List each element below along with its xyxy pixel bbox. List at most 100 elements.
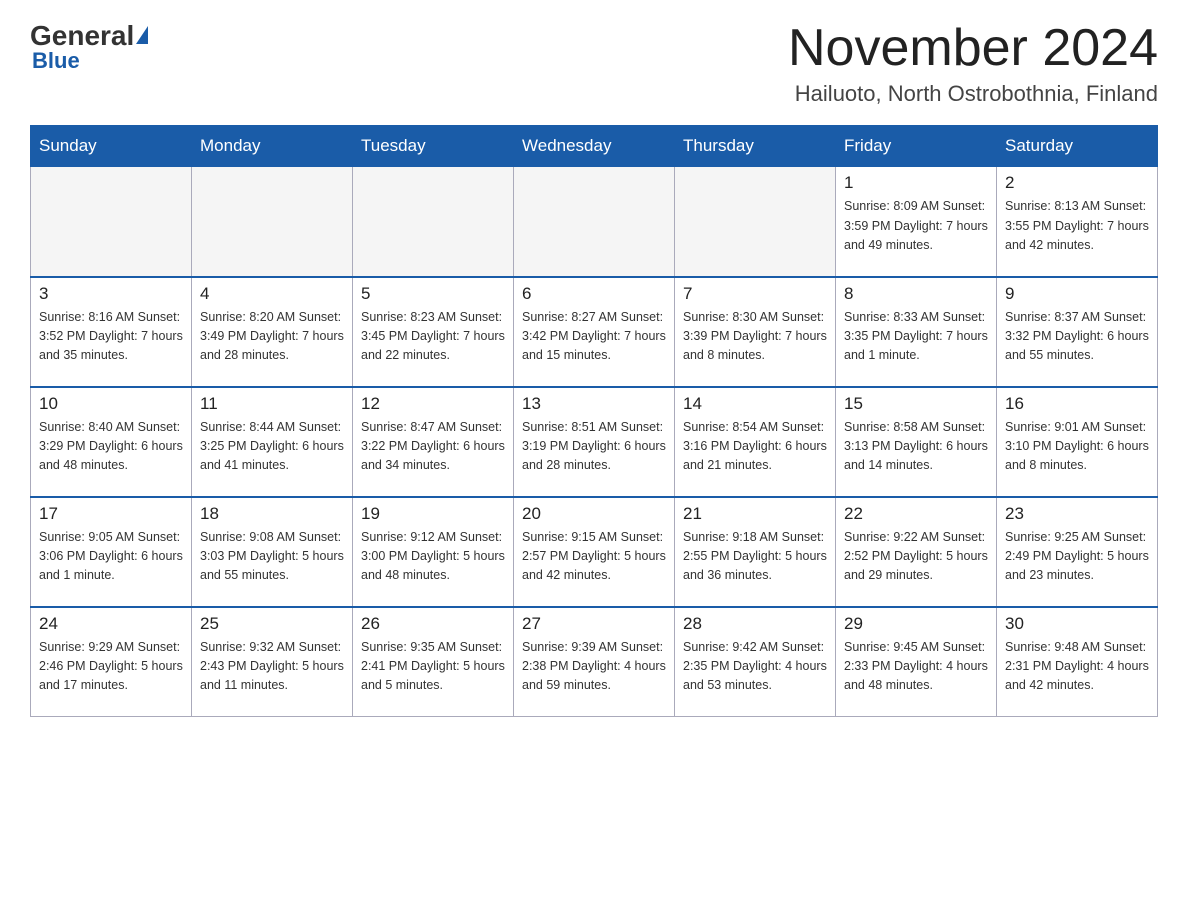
day-info: Sunrise: 8:30 AM Sunset: 3:39 PM Dayligh… (683, 308, 827, 366)
day-number: 3 (39, 284, 183, 304)
day-info: Sunrise: 8:16 AM Sunset: 3:52 PM Dayligh… (39, 308, 183, 366)
day-info: Sunrise: 8:13 AM Sunset: 3:55 PM Dayligh… (1005, 197, 1149, 255)
day-info: Sunrise: 8:54 AM Sunset: 3:16 PM Dayligh… (683, 418, 827, 476)
calendar-day-cell: 20 Sunrise: 9:15 AM Sunset: 2:57 PM Dayli… (514, 497, 675, 607)
calendar-day-cell (31, 167, 192, 277)
day-number: 13 (522, 394, 666, 414)
logo-blue-text: Blue (32, 48, 80, 74)
day-number: 14 (683, 394, 827, 414)
calendar-table: SundayMondayTuesdayWednesdayThursdayFrid… (30, 125, 1158, 717)
calendar-day-cell: 15Sunrise: 8:58 AM Sunset: 3:13 PM Dayli… (836, 387, 997, 497)
calendar-day-cell: 13 Sunrise: 8:51 AM Sunset: 3:19 PM Dayli… (514, 387, 675, 497)
calendar-day-cell: 30 Sunrise: 9:48 AM Sunset: 2:31 PM Dayli… (997, 607, 1158, 717)
day-number: 19 (361, 504, 505, 524)
day-info: Sunrise: 8:58 AM Sunset: 3:13 PM Dayligh… (844, 418, 988, 476)
day-number: 4 (200, 284, 344, 304)
calendar-day-cell (514, 167, 675, 277)
day-info: Sunrise: 9:39 AM Sunset: 2:38 PM Dayligh… (522, 638, 666, 696)
day-info: Sunrise: 9:32 AM Sunset: 2:43 PM Dayligh… (200, 638, 344, 696)
title-area: November 2024 Hailuoto, North Ostrobothn… (788, 20, 1158, 107)
calendar-day-cell: 27Sunrise: 9:39 AM Sunset: 2:38 PM Dayli… (514, 607, 675, 717)
day-info: Sunrise: 8:23 AM Sunset: 3:45 PM Dayligh… (361, 308, 505, 366)
day-info: Sunrise: 9:01 AM Sunset: 3:10 PM Dayligh… (1005, 418, 1149, 476)
calendar-day-cell: 4 Sunrise: 8:20 AM Sunset: 3:49 PM Daylig… (192, 277, 353, 387)
day-info: Sunrise: 9:25 AM Sunset: 2:49 PM Dayligh… (1005, 528, 1149, 586)
month-year-title: November 2024 (788, 20, 1158, 77)
day-number: 28 (683, 614, 827, 634)
day-number: 5 (361, 284, 505, 304)
day-number: 12 (361, 394, 505, 414)
calendar-day-cell: 14 Sunrise: 8:54 AM Sunset: 3:16 PM Dayli… (675, 387, 836, 497)
day-info: Sunrise: 8:47 AM Sunset: 3:22 PM Dayligh… (361, 418, 505, 476)
header: General Blue November 2024 Hailuoto, Nor… (30, 20, 1158, 107)
calendar-weekday-header: Wednesday (514, 126, 675, 167)
day-number: 24 (39, 614, 183, 634)
calendar-day-cell: 8 Sunrise: 8:33 AM Sunset: 3:35 PM Daylig… (836, 277, 997, 387)
day-number: 7 (683, 284, 827, 304)
day-info: Sunrise: 9:08 AM Sunset: 3:03 PM Dayligh… (200, 528, 344, 586)
calendar-day-cell: 1Sunrise: 8:09 AM Sunset: 3:59 PM Daylig… (836, 167, 997, 277)
day-info: Sunrise: 9:18 AM Sunset: 2:55 PM Dayligh… (683, 528, 827, 586)
calendar-weekday-header: Thursday (675, 126, 836, 167)
calendar-day-cell: 3 Sunrise: 8:16 AM Sunset: 3:52 PM Daylig… (31, 277, 192, 387)
calendar-day-cell: 21 Sunrise: 9:18 AM Sunset: 2:55 PM Dayli… (675, 497, 836, 607)
calendar-week-row: 24 Sunrise: 9:29 AM Sunset: 2:46 PM Dayli… (31, 607, 1158, 717)
day-info: Sunrise: 8:37 AM Sunset: 3:32 PM Dayligh… (1005, 308, 1149, 366)
calendar-week-row: 1Sunrise: 8:09 AM Sunset: 3:59 PM Daylig… (31, 167, 1158, 277)
logo-triangle-icon (136, 26, 148, 44)
day-info: Sunrise: 8:20 AM Sunset: 3:49 PM Dayligh… (200, 308, 344, 366)
day-number: 21 (683, 504, 827, 524)
calendar-week-row: 17 Sunrise: 9:05 AM Sunset: 3:06 PM Dayli… (31, 497, 1158, 607)
day-number: 23 (1005, 504, 1149, 524)
day-number: 18 (200, 504, 344, 524)
calendar-header-row: SundayMondayTuesdayWednesdayThursdayFrid… (31, 126, 1158, 167)
calendar-day-cell: 5 Sunrise: 8:23 AM Sunset: 3:45 PM Daylig… (353, 277, 514, 387)
day-number: 22 (844, 504, 988, 524)
day-number: 9 (1005, 284, 1149, 304)
calendar-day-cell: 28 Sunrise: 9:42 AM Sunset: 2:35 PM Dayli… (675, 607, 836, 717)
calendar-day-cell: 11Sunrise: 8:44 AM Sunset: 3:25 PM Dayli… (192, 387, 353, 497)
day-number: 29 (844, 614, 988, 634)
calendar-weekday-header: Saturday (997, 126, 1158, 167)
calendar-day-cell: 12 Sunrise: 8:47 AM Sunset: 3:22 PM Dayli… (353, 387, 514, 497)
day-number: 20 (522, 504, 666, 524)
calendar-day-cell: 22 Sunrise: 9:22 AM Sunset: 2:52 PM Dayli… (836, 497, 997, 607)
day-number: 6 (522, 284, 666, 304)
calendar-week-row: 10Sunrise: 8:40 AM Sunset: 3:29 PM Dayli… (31, 387, 1158, 497)
day-number: 17 (39, 504, 183, 524)
day-info: Sunrise: 9:35 AM Sunset: 2:41 PM Dayligh… (361, 638, 505, 696)
calendar-weekday-header: Tuesday (353, 126, 514, 167)
calendar-day-cell: 19 Sunrise: 9:12 AM Sunset: 3:00 PM Dayli… (353, 497, 514, 607)
day-info: Sunrise: 8:40 AM Sunset: 3:29 PM Dayligh… (39, 418, 183, 476)
calendar-weekday-header: Friday (836, 126, 997, 167)
day-info: Sunrise: 9:48 AM Sunset: 2:31 PM Dayligh… (1005, 638, 1149, 696)
day-info: Sunrise: 9:45 AM Sunset: 2:33 PM Dayligh… (844, 638, 988, 696)
day-number: 25 (200, 614, 344, 634)
day-info: Sunrise: 9:29 AM Sunset: 2:46 PM Dayligh… (39, 638, 183, 696)
calendar-day-cell: 9 Sunrise: 8:37 AM Sunset: 3:32 PM Daylig… (997, 277, 1158, 387)
calendar-day-cell: 10Sunrise: 8:40 AM Sunset: 3:29 PM Dayli… (31, 387, 192, 497)
day-info: Sunrise: 9:05 AM Sunset: 3:06 PM Dayligh… (39, 528, 183, 586)
location-subtitle: Hailuoto, North Ostrobothnia, Finland (788, 81, 1158, 107)
calendar-week-row: 3 Sunrise: 8:16 AM Sunset: 3:52 PM Daylig… (31, 277, 1158, 387)
day-number: 2 (1005, 173, 1149, 193)
calendar-day-cell: 26 Sunrise: 9:35 AM Sunset: 2:41 PM Dayli… (353, 607, 514, 717)
day-info: Sunrise: 8:09 AM Sunset: 3:59 PM Dayligh… (844, 197, 988, 255)
day-info: Sunrise: 9:12 AM Sunset: 3:00 PM Dayligh… (361, 528, 505, 586)
day-number: 8 (844, 284, 988, 304)
day-info: Sunrise: 8:33 AM Sunset: 3:35 PM Dayligh… (844, 308, 988, 366)
calendar-day-cell: 6Sunrise: 8:27 AM Sunset: 3:42 PM Daylig… (514, 277, 675, 387)
day-info: Sunrise: 9:15 AM Sunset: 2:57 PM Dayligh… (522, 528, 666, 586)
day-info: Sunrise: 8:51 AM Sunset: 3:19 PM Dayligh… (522, 418, 666, 476)
calendar-day-cell (353, 167, 514, 277)
day-info: Sunrise: 9:42 AM Sunset: 2:35 PM Dayligh… (683, 638, 827, 696)
calendar-day-cell: 2 Sunrise: 8:13 AM Sunset: 3:55 PM Daylig… (997, 167, 1158, 277)
calendar-day-cell (675, 167, 836, 277)
calendar-day-cell: 7 Sunrise: 8:30 AM Sunset: 3:39 PM Daylig… (675, 277, 836, 387)
calendar-day-cell: 16Sunrise: 9:01 AM Sunset: 3:10 PM Dayli… (997, 387, 1158, 497)
calendar-day-cell: 17 Sunrise: 9:05 AM Sunset: 3:06 PM Dayli… (31, 497, 192, 607)
day-number: 26 (361, 614, 505, 634)
day-info: Sunrise: 9:22 AM Sunset: 2:52 PM Dayligh… (844, 528, 988, 586)
day-number: 30 (1005, 614, 1149, 634)
day-number: 11 (200, 394, 344, 414)
